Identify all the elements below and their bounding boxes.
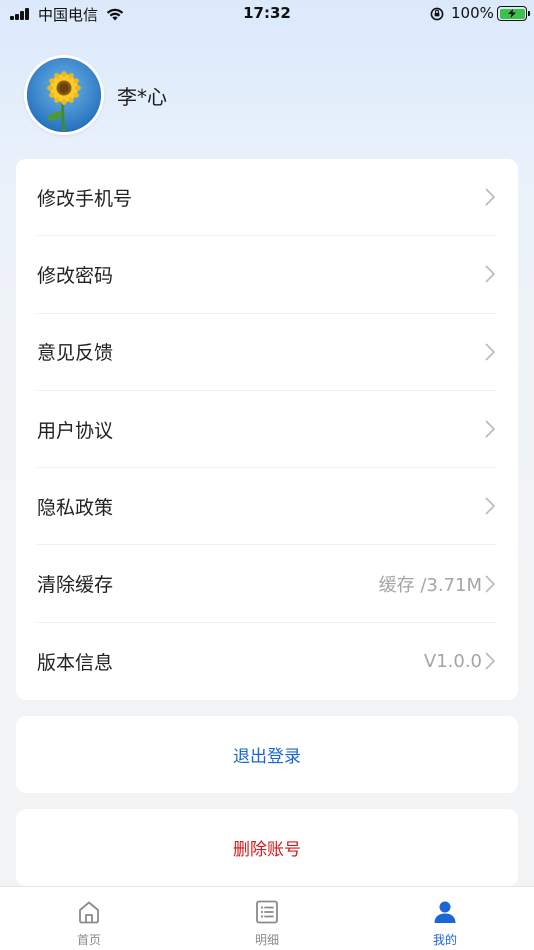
settings-item-label: 用户协议 xyxy=(37,419,114,442)
battery-icon xyxy=(497,6,527,21)
tab-home[interactable]: 首页 xyxy=(0,887,178,950)
tab-details[interactable]: 明细 xyxy=(178,887,356,950)
settings-item-user-agreement[interactable]: 用户协议 xyxy=(37,391,496,469)
battery-tip xyxy=(528,11,530,16)
settings-item-label: 清除缓存 xyxy=(37,574,114,597)
status-bar: 中国电信 17:32 100% xyxy=(0,0,534,28)
logout-button[interactable]: 退出登录 xyxy=(16,716,518,793)
avatar[interactable] xyxy=(24,55,104,135)
orientation-lock-icon xyxy=(430,7,444,21)
settings-item-change-password[interactable]: 修改密码 xyxy=(37,236,496,314)
list-icon xyxy=(256,900,278,924)
chevron-right-icon xyxy=(485,652,496,670)
chevron-right-icon xyxy=(485,188,496,206)
user-icon xyxy=(434,901,456,923)
profile-header: 李*心 xyxy=(24,55,167,135)
version-value: V1.0.0 xyxy=(423,650,482,672)
chevron-right-icon xyxy=(485,575,496,593)
settings-item-label: 修改密码 xyxy=(37,264,114,287)
sunflower-avatar-image xyxy=(27,58,101,132)
settings-item-label: 隐私政策 xyxy=(37,496,114,519)
settings-item-label: 意见反馈 xyxy=(37,342,114,365)
tab-mine[interactable]: 我的 xyxy=(356,887,534,950)
battery-percent: 100% xyxy=(451,4,494,22)
settings-item-label: 修改手机号 xyxy=(37,187,133,210)
chevron-right-icon xyxy=(485,343,496,361)
user-name: 李*心 xyxy=(117,84,167,109)
settings-list: 修改手机号 修改密码 意见反馈 用户协议 隐私政策 清除缓存 缓存 /3.71M… xyxy=(16,159,518,700)
tab-bar: 首页 明细 我的 xyxy=(0,886,534,950)
settings-item-feedback[interactable]: 意见反馈 xyxy=(37,314,496,391)
home-icon xyxy=(79,901,99,924)
cache-size-value: 缓存 /3.71M xyxy=(378,574,482,596)
settings-item-clear-cache[interactable]: 清除缓存 缓存 /3.71M xyxy=(37,545,496,623)
tab-label: 我的 xyxy=(432,933,457,947)
settings-item-label: 版本信息 xyxy=(37,651,114,674)
tab-label: 首页 xyxy=(76,933,101,947)
chevron-right-icon xyxy=(485,265,496,284)
tab-label: 明细 xyxy=(254,933,279,947)
chevron-right-icon xyxy=(485,497,496,515)
settings-item-change-phone[interactable]: 修改手机号 xyxy=(37,159,496,237)
settings-item-privacy-policy[interactable]: 隐私政策 xyxy=(37,468,496,546)
settings-item-version-info[interactable]: 版本信息 V1.0.0 xyxy=(37,623,496,700)
chevron-right-icon xyxy=(485,420,496,438)
delete-account-button[interactable]: 删除账号 xyxy=(16,809,518,886)
